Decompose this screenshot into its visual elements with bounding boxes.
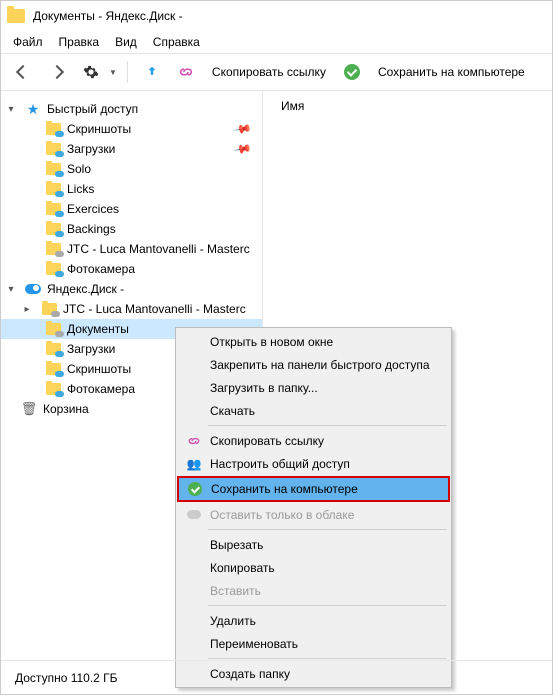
- separator: [208, 605, 447, 606]
- gear-icon: [83, 64, 99, 80]
- folder-icon: [46, 203, 61, 215]
- separator: [127, 61, 128, 83]
- tree-label: Быстрый доступ: [47, 102, 138, 116]
- separator: [208, 658, 447, 659]
- context-menu: Открыть в новом окне Закрепить на панели…: [175, 327, 452, 688]
- ctx-download[interactable]: Скачать: [178, 399, 449, 422]
- check-circle-icon: [344, 64, 360, 80]
- folder-icon: [46, 183, 61, 195]
- ctx-open-new-window[interactable]: Открыть в новом окне: [178, 330, 449, 353]
- folder-icon: [46, 123, 61, 135]
- ctx-cut[interactable]: Вырезать: [178, 533, 449, 556]
- folder-icon: [46, 243, 61, 255]
- titlebar: Документы - Яндекс.Диск -: [1, 1, 552, 31]
- folder-icon: [46, 343, 61, 355]
- disk-icon: [25, 284, 41, 294]
- trash-icon: 🗑: [21, 402, 37, 416]
- ctx-save-local[interactable]: Сохранить на компьютере: [177, 476, 450, 502]
- chevron-down-icon[interactable]: [5, 104, 17, 115]
- menu-view[interactable]: Вид: [109, 33, 143, 51]
- copy-link-label[interactable]: Скопировать ссылку: [206, 65, 332, 79]
- tree-item-downloads[interactable]: Загрузки 📌: [1, 139, 262, 159]
- folder-icon: [7, 9, 25, 23]
- link-icon: [178, 64, 194, 80]
- ctx-rename[interactable]: Переименовать: [178, 632, 449, 655]
- menu-edit[interactable]: Правка: [53, 33, 106, 51]
- copy-link-button[interactable]: [172, 58, 200, 86]
- ctx-cloud-only: Оставить только в облаке: [178, 503, 449, 526]
- ctx-upload-to-folder[interactable]: Загрузить в папку...: [178, 376, 449, 399]
- chevron-right-icon[interactable]: [21, 304, 33, 315]
- menu-file[interactable]: Файл: [7, 33, 49, 51]
- menubar: Файл Правка Вид Справка: [1, 31, 552, 53]
- ctx-pin-quick-access[interactable]: Закрепить на панели быстрого доступа: [178, 353, 449, 376]
- toolbar: ▼ Скопировать ссылку Сохранить на компью…: [1, 53, 552, 91]
- tree-item-jtc[interactable]: JTC - Luca Mantovanelli - Masterc: [1, 239, 262, 259]
- save-local-button[interactable]: [338, 58, 366, 86]
- separator: [208, 425, 447, 426]
- ctx-copy[interactable]: Копировать: [178, 556, 449, 579]
- tree-item-licks[interactable]: Licks: [1, 179, 262, 199]
- folder-icon: [42, 303, 57, 315]
- link-icon: [182, 434, 206, 448]
- chevron-down-icon[interactable]: [5, 284, 17, 295]
- folder-icon: [46, 163, 61, 175]
- tree-item-photo[interactable]: Фотокамера: [1, 259, 262, 279]
- check-circle-icon: [188, 482, 202, 496]
- tree-item-screenshots[interactable]: Скриншоты 📌: [1, 119, 262, 139]
- folder-icon: [46, 143, 61, 155]
- upload-icon: [145, 65, 159, 79]
- ctx-copy-link[interactable]: Скопировать ссылку: [178, 429, 449, 452]
- forward-button[interactable]: [43, 58, 71, 86]
- arrow-left-icon: [16, 65, 30, 79]
- folder-icon: [46, 383, 61, 395]
- statusbar: Доступно 110.2 ГБ: [1, 660, 552, 694]
- save-local-label[interactable]: Сохранить на компьютере: [372, 65, 531, 79]
- ctx-configure-sharing[interactable]: 👥Настроить общий доступ: [178, 452, 449, 475]
- back-button[interactable]: [9, 58, 37, 86]
- settings-button[interactable]: [77, 58, 105, 86]
- upload-button[interactable]: [138, 58, 166, 86]
- arrow-right-icon: [50, 65, 64, 79]
- dropdown-icon[interactable]: ▼: [109, 68, 117, 77]
- pin-icon: 📌: [232, 119, 252, 139]
- status-available: Доступно 110.2 ГБ: [15, 671, 118, 685]
- tree-yandex-disk[interactable]: Яндекс.Диск -: [1, 279, 262, 299]
- column-header-name[interactable]: Имя: [281, 99, 534, 119]
- tree-item-exercices[interactable]: Exercices: [1, 199, 262, 219]
- pin-icon: 📌: [232, 139, 252, 159]
- folder-icon: [46, 363, 61, 375]
- folder-icon: [46, 323, 61, 335]
- menu-help[interactable]: Справка: [147, 33, 206, 51]
- separator: [208, 529, 447, 530]
- tree-item-jtc2[interactable]: JTC - Luca Mantovanelli - Masterc: [1, 299, 262, 319]
- tree-item-solo[interactable]: Solo: [1, 159, 262, 179]
- cloud-icon: [187, 510, 201, 519]
- people-icon: 👥: [182, 457, 206, 471]
- star-icon: ★: [25, 102, 41, 116]
- ctx-delete[interactable]: Удалить: [178, 609, 449, 632]
- window-title: Документы - Яндекс.Диск -: [33, 9, 183, 23]
- tree-item-backings[interactable]: Backings: [1, 219, 262, 239]
- tree-quick-access[interactable]: ★ Быстрый доступ: [1, 99, 262, 119]
- folder-icon: [46, 263, 61, 275]
- ctx-paste: Вставить: [178, 579, 449, 602]
- folder-icon: [46, 223, 61, 235]
